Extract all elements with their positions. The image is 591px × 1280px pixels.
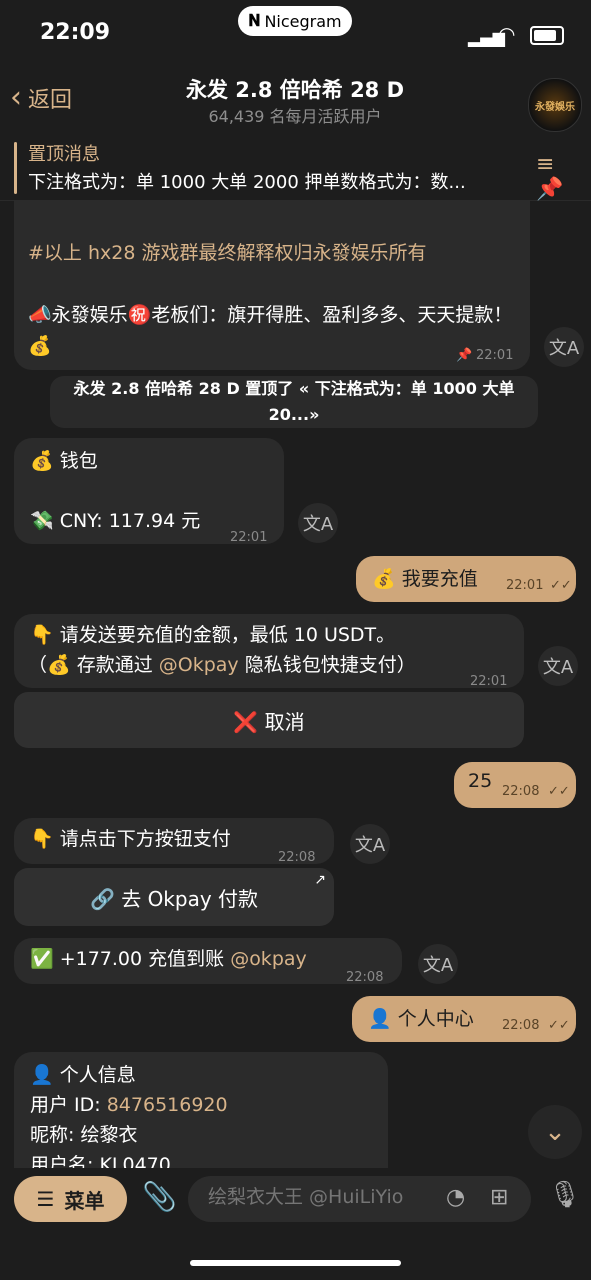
message-time: 22:01 <box>476 348 514 363</box>
message-time: 22:08 <box>346 970 384 985</box>
prompt-line2-post: 隐私钱包快捷支付） <box>238 654 416 676</box>
battery-icon <box>530 26 564 45</box>
pin-list-icon[interactable]: ≡📌 <box>536 152 572 202</box>
chat-avatar[interactable]: 永發娛乐 <box>528 78 582 132</box>
menu-icon: ☰ <box>36 1187 55 1211</box>
menu-button[interactable]: ☰ 菜单 <box>14 1176 127 1222</box>
service-message: 永发 2.8 倍哈希 28 D 置顶了 « 下注格式为：单 1000 大单 20… <box>50 376 538 428</box>
nicegram-logo-icon: 𝐍 <box>248 11 261 30</box>
message-time: 22:08 <box>502 1018 540 1033</box>
deposit-text: ✅ +177.00 充值到账 @okpay <box>30 944 307 975</box>
menu-label: 菜单 <box>64 1188 105 1213</box>
outgoing-bubble-amount: 25 22:08 ✓✓ <box>454 762 576 808</box>
emoji-keyboard-icon[interactable]: ⊞ <box>490 1185 508 1210</box>
prompt-line2: （💰 存款通过 @Okpay 隐私钱包快捷支付） <box>28 650 416 681</box>
profile-uid[interactable]: 8476516920 <box>107 1094 228 1116</box>
chat-subtitle: 64,439 名每月活跃用户 <box>208 107 382 126</box>
translate-icon[interactable]: 文A <box>418 944 458 984</box>
pinned-indicator <box>14 142 17 194</box>
pinned-label: 置顶消息 <box>28 144 100 165</box>
sticker-icon[interactable]: ◔ <box>446 1185 465 1210</box>
back-button[interactable]: ‹ 返回 <box>10 80 72 115</box>
message-time: 22:01 <box>506 578 544 593</box>
message-bubble-deposit: ✅ +177.00 充值到账 @okpay 22:08 <box>14 938 402 985</box>
pay-button-label: 🔗 去 Okpay 付款 <box>89 886 259 911</box>
outgoing-bubble-recharge: 💰 我要充值 22:01 ✓✓ <box>356 556 576 602</box>
double-check-icon: ✓✓ <box>550 578 572 593</box>
message-bubble-pay: 👇 请点击下方按钮支付 22:08 <box>14 818 334 865</box>
okpay-mention-link[interactable]: @okpay <box>230 948 307 970</box>
okpay-pay-button[interactable]: 🔗 去 Okpay 付款 ↗ <box>14 868 334 926</box>
chevron-down-icon: ⌄ <box>544 1117 566 1147</box>
wallet-title: 💰 钱包 <box>30 450 98 472</box>
wifi-icon: ◠ <box>498 22 516 46</box>
translate-icon[interactable]: 文A <box>350 824 390 864</box>
profile-title: 👤 个人信息 <box>30 1064 136 1086</box>
wallet-balance: 💸 CNY: 117.94 元 <box>30 510 201 532</box>
outgoing-bubble-profile: 👤 个人中心 22:08 ✓✓ <box>352 996 576 1042</box>
okpay-link[interactable]: @Okpay <box>159 654 239 676</box>
outgoing-text: 💰 我要充值 <box>372 568 478 590</box>
double-check-icon: ✓✓ <box>548 1018 570 1033</box>
message-time: 22:01 <box>230 530 268 545</box>
message-bubble-rules: #以上 hx28 游戏群最终解释权归永發娱乐所有 📣永發娱乐㊗️老板们：旗开得胜… <box>14 200 530 370</box>
chat-title[interactable]: 永发 2.8 倍哈希 28 D <box>120 74 470 104</box>
profile-uid-row: 用户 ID: 8476516920 <box>30 1090 228 1121</box>
scroll-down-button[interactable]: ⌄ <box>528 1105 582 1159</box>
microphone-icon[interactable]: 🎙 <box>548 1180 581 1210</box>
prompt-line2-pre: （💰 存款通过 <box>28 654 159 676</box>
pinned-text: 下注格式为：单 1000 大单 2000 押单数格式为：数... <box>28 172 466 193</box>
deposit-pre: ✅ +177.00 充值到账 <box>30 948 231 970</box>
double-check-icon: ✓✓ <box>548 784 570 799</box>
message-bubble-prompt: 👇 请发送要充值的金额，最低 10 USDT。 （💰 存款通过 @Okpay 隐… <box>14 614 524 689</box>
message-bubble-wallet: 💰 钱包 💸 CNY: 117.94 元 22:01 <box>14 438 284 545</box>
external-link-icon: ↗ <box>314 872 326 888</box>
status-time: 22:09 <box>40 20 111 45</box>
chevron-left-icon: ‹ <box>10 80 22 115</box>
carrier-pill: 𝐍 Nicegram <box>238 6 352 36</box>
cancel-button[interactable]: ❌ 取消 <box>14 692 524 748</box>
home-indicator <box>190 1260 401 1266</box>
blessing-text: 📣永發娱乐㊗️老板们：旗开得胜、盈利多多、天天提款！💰 <box>28 304 513 357</box>
attach-icon[interactable]: 📎 <box>142 1180 177 1213</box>
rules-tail-text: #以上 hx28 游戏群最终解释权归永發娱乐所有 <box>28 242 427 264</box>
message-input-container[interactable]: ◔ ⊞ <box>188 1176 531 1222</box>
prompt-line1: 👇 请发送要充值的金额，最低 10 USDT。 <box>30 624 396 646</box>
back-label: 返回 <box>28 87 73 113</box>
translate-icon[interactable]: 文A <box>298 503 338 543</box>
outgoing-text: 25 <box>468 770 493 792</box>
message-time: 22:08 <box>502 784 540 799</box>
profile-nick: 昵称: 绘黎衣 <box>30 1124 138 1146</box>
message-input[interactable] <box>206 1185 450 1209</box>
pin-small-icon: 📌 <box>456 348 473 363</box>
profile-uid-label: 用户 ID: <box>30 1094 107 1116</box>
pay-prompt-text: 👇 请点击下方按钮支付 <box>30 828 231 850</box>
translate-icon[interactable]: 文A <box>538 646 578 686</box>
outgoing-text: 👤 个人中心 <box>368 1008 474 1030</box>
carrier-label: Nicegram <box>264 11 342 31</box>
translate-icon[interactable]: 文A <box>544 327 584 367</box>
